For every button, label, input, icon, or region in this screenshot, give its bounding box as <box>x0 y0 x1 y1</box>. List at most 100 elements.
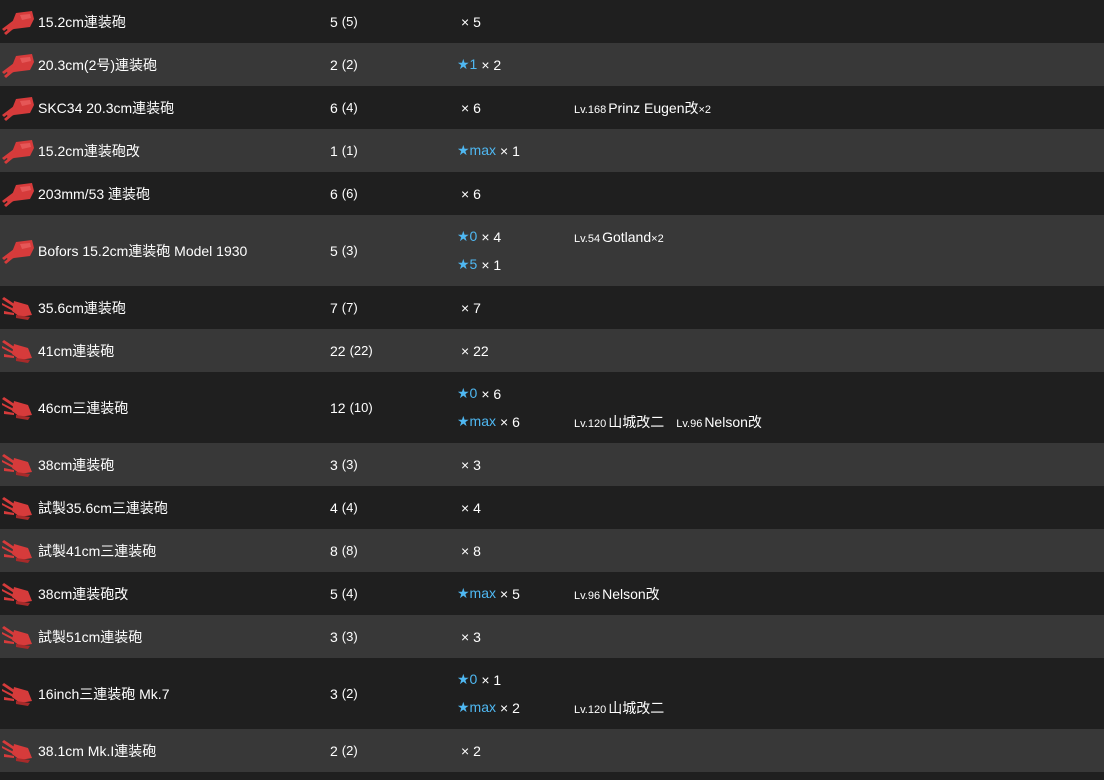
table-row: 試製41cm三連装砲 8 (8) × 8 <box>0 529 1104 572</box>
improvement-line: ★max × 6 <box>457 408 520 436</box>
improvement-line: × 7 <box>457 294 481 322</box>
count-cell: 5 (3) <box>330 215 358 286</box>
equipment-name: Bofors 15.2cm連装砲 Model 1930 <box>38 242 248 259</box>
count-cell: 3 (3) <box>330 615 358 658</box>
medium-gun-icon <box>2 138 36 164</box>
improvement-line: ★0 × 1 <box>457 666 520 694</box>
equipment-name-cell: 15.2cm連装砲改 <box>0 129 140 172</box>
table-row: 試製35.6cm三連装砲 4 (4) × 4 <box>0 486 1104 529</box>
equipment-name-cell: 試製35.6cm三連装砲 <box>0 486 168 529</box>
equipment-name-cell: 203mm/53 連装砲 <box>0 172 150 215</box>
table-row: 38cm連装砲 3 (3) × 3 <box>0 443 1104 486</box>
unlocked-count: (3) <box>341 629 358 644</box>
equipment-name: 41cm連装砲 <box>38 342 115 359</box>
medium-gun-icon <box>2 9 36 35</box>
large-gun-icon <box>2 395 36 421</box>
star-level: ★0 <box>457 671 478 687</box>
equipment-name-cell: 38.1cm Mk.I連装砲 <box>0 729 156 772</box>
unlocked-count: (5) <box>341 14 358 29</box>
equipment-name: 20.3cm(2号)連装砲 <box>38 56 158 73</box>
equipment-name: 38cm連装砲 <box>38 456 115 473</box>
quantity: × 1 <box>481 671 502 688</box>
table-row: Bofors 15.2cm連装砲 Model 1930 5 (3) ★0 × 4 ★5 × … <box>0 215 1104 286</box>
star-level: ★max <box>457 585 496 601</box>
equipment-name-cell: 15.2cm連装砲 <box>0 0 126 43</box>
quantity: × 8 <box>461 542 481 559</box>
improvement-cell: ★0 × 6 ★max × 6 <box>457 372 520 443</box>
quantity: × 1 <box>500 142 520 159</box>
ship-name: 山城改二 <box>608 413 665 430</box>
equipment-name: 15.2cm連装砲 <box>38 13 126 30</box>
unlocked-count: (6) <box>341 186 358 201</box>
equipment-name: 16inch三連装砲 Mk.7 <box>38 685 170 702</box>
ship-level: Lv.120 <box>574 703 607 716</box>
table-row: 20.3cm(2号)連装砲 2 (2) ★1 × 2 <box>0 43 1104 86</box>
improvement-line: × 3 <box>457 451 481 479</box>
unlocked-count: (10) <box>349 400 373 415</box>
ship-name: Prinz Eugen改 <box>608 99 699 116</box>
ship-level: Lv.168 <box>574 103 607 116</box>
equipment-name-cell: 41cm連装砲 <box>0 329 114 372</box>
total-count: 12 <box>330 399 346 416</box>
improvement-cell: × 6 <box>457 172 481 215</box>
unlocked-count: (8) <box>341 543 358 558</box>
large-gun-icon <box>2 581 36 607</box>
table-row: 16inch三連装砲 Mk.7 3 (2) ★0 × 1 ★max × 2 Lv.120 山城改… <box>0 658 1104 729</box>
unlocked-count: (4) <box>341 586 358 601</box>
quantity: × 7 <box>461 299 481 316</box>
improvement-line: × 3 <box>457 623 481 651</box>
improvement-line: × 5 <box>457 8 481 36</box>
total-count: 5 <box>330 585 338 602</box>
equipment-name-cell: 38cm連装砲改 <box>0 572 128 615</box>
quantity: × 3 <box>461 456 481 473</box>
equipment-name-cell: 38cm連装砲 <box>0 443 114 486</box>
equipped-ships: Lv.120 山城改二 Lv.96 Nelson改 <box>574 408 774 436</box>
ship-name: Nelson改 <box>602 585 660 602</box>
count-cell: 5 (4) <box>330 572 358 615</box>
improvement-line: ★1 × 2 <box>457 51 501 79</box>
improvement-cell: × 22 <box>457 329 489 372</box>
equipment-name: 203mm/53 連装砲 <box>38 185 151 202</box>
ship-entry: Lv.120 山城改二 <box>574 412 664 432</box>
ship-entry: Lv.96 Nelson改 <box>676 412 762 432</box>
improvement-line: ★max × 5 <box>457 580 520 608</box>
quantity: × 3 <box>461 628 481 645</box>
large-gun-icon <box>2 738 36 764</box>
count-cell: 1 (1) <box>330 129 358 172</box>
table-row: SKC34 20.3cm連装砲 6 (4) × 6 Lv.168 Prinz Eugen改… <box>0 86 1104 129</box>
equipment-name: 試製35.6cm三連装砲 <box>38 499 168 516</box>
count-cell: 8 (8) <box>330 529 358 572</box>
improvement-cell: ★max × 1 <box>457 129 520 172</box>
count-cell: 2 (2) <box>330 729 358 772</box>
count-cell: 22 (22) <box>330 329 373 372</box>
unlocked-count: (2) <box>341 743 358 758</box>
large-gun-icon <box>2 338 36 364</box>
quantity: × 2 <box>481 56 502 73</box>
large-gun-icon <box>2 624 36 650</box>
ship-level: Lv.96 <box>676 417 703 430</box>
count-cell: 3 (3) <box>330 443 358 486</box>
improvement-cell: × 6 <box>457 86 481 129</box>
table-row: 46cm三連装砲 12 (10) ★0 × 6 ★max × 6 Lv.120 山城改二 Lv.9… <box>0 372 1104 443</box>
quantity: × 1 <box>481 256 502 273</box>
star-level: ★0 <box>457 228 478 244</box>
quantity: × 2 <box>500 699 520 716</box>
improvement-cell: ★max × 5 <box>457 572 520 615</box>
ship-entry: Lv.168 Prinz Eugen改 ×2 <box>574 98 711 118</box>
count-cell: 7 (7) <box>330 286 358 329</box>
unlocked-count: (4) <box>341 100 358 115</box>
equipment-name-cell: 35.6cm連装砲 <box>0 286 126 329</box>
improvement-line: × 4 <box>457 494 481 522</box>
table-row: 38cm連装砲改 5 (4) ★max × 5 Lv.96 Nelson改 <box>0 572 1104 615</box>
star-level: ★0 <box>457 385 478 401</box>
ship-level: Lv.120 <box>574 417 607 430</box>
total-count: 2 <box>330 56 338 73</box>
total-count: 7 <box>330 299 338 316</box>
ship-entry: Lv.54 Gotland ×2 <box>574 229 664 245</box>
count-cell: 4 (4) <box>330 486 358 529</box>
count-cell: 5 (5) <box>330 0 358 43</box>
improvement-cell: × 4 <box>457 486 481 529</box>
improvement-cell: ★0 × 4 ★5 × 1 <box>457 215 501 286</box>
table-row: 41cm連装砲 22 (22) × 22 <box>0 329 1104 372</box>
quantity: × 22 <box>461 342 489 359</box>
